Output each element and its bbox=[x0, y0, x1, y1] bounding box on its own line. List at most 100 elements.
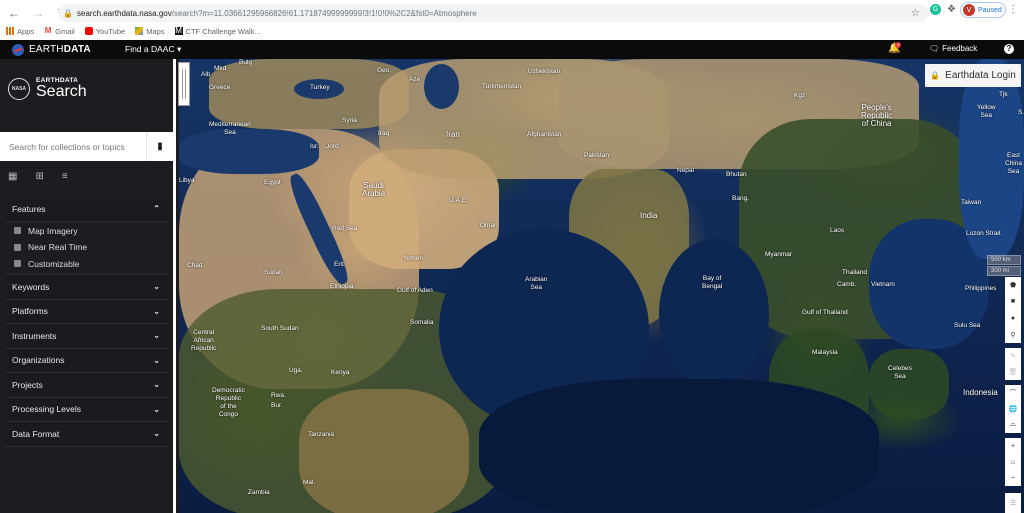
app-topbar: EARTHDATA Find a DAAC ▾ 🔔 4 🗨 Feedback ? bbox=[0, 40, 1024, 59]
bookmark-youtube[interactable]: YouTube bbox=[84, 27, 125, 36]
login-label: Earthdata Login bbox=[945, 70, 1016, 81]
bookmark-maps[interactable]: Maps bbox=[135, 27, 165, 36]
map-label: S.K. bbox=[1018, 109, 1024, 116]
zoom-in-icon[interactable]: + bbox=[1011, 438, 1015, 454]
browser-chrome: ← → ↻ 🔒 search.earthdata.nasa.gov/search… bbox=[0, 0, 1024, 40]
grammarly-extension-icon[interactable]: G bbox=[930, 4, 941, 15]
map-canvas[interactable]: Bulg Alb Mkd Greece Turkey Geo. Aze Uzbekistan T… bbox=[179, 59, 1024, 513]
avatar: V bbox=[963, 4, 975, 16]
antarctic-projection-icon[interactable]: ⌓ bbox=[1010, 417, 1016, 433]
extensions-puzzle-icon[interactable]: ❖ bbox=[947, 4, 956, 15]
home-icon[interactable]: ⌂ bbox=[1011, 454, 1015, 470]
map-label: Uzbekistan bbox=[528, 68, 561, 75]
zoom-controls: + ⌂ − bbox=[1005, 438, 1021, 486]
facet-processing-levels[interactable]: Processing Levels ⌄ bbox=[5, 397, 168, 422]
map-label: Kgz bbox=[794, 92, 806, 99]
draw-circle-icon[interactable]: ● bbox=[1011, 310, 1015, 326]
map-label: Democratic Republic of the Congo bbox=[212, 387, 245, 418]
back-icon[interactable]: ← bbox=[4, 6, 24, 20]
draw-rectangle-icon[interactable]: ■ bbox=[1011, 294, 1015, 310]
chevron-down-icon: ⌄ bbox=[153, 306, 160, 316]
find-daac-dropdown[interactable]: Find a DAAC ▾ bbox=[125, 44, 181, 55]
option-customizable[interactable]: Customizable bbox=[5, 256, 168, 273]
map-label: Isr. bbox=[310, 143, 319, 150]
facet-label: Processing Levels bbox=[12, 404, 81, 415]
map-label: East China Sea bbox=[1005, 152, 1022, 175]
facet-label: Data Format bbox=[12, 428, 60, 439]
find-daac-label: Find a DAAC bbox=[125, 44, 175, 54]
facet-instruments[interactable]: Instruments ⌄ bbox=[5, 324, 168, 349]
chevron-down-icon: ⌄ bbox=[153, 355, 160, 365]
map-label: Luzon Strait bbox=[966, 230, 1001, 237]
facet-label: Organizations bbox=[12, 355, 65, 366]
map-label: People's Republic of China bbox=[861, 103, 893, 128]
search-input[interactable] bbox=[0, 132, 145, 161]
sliders-icon[interactable]: ≡ bbox=[62, 171, 68, 182]
sidebar-resize-handle[interactable] bbox=[178, 62, 190, 106]
checkbox[interactable] bbox=[14, 227, 21, 235]
facet-organizations[interactable]: Organizations ⌄ bbox=[5, 348, 168, 373]
map-label: Turkmenistan bbox=[482, 83, 522, 90]
calendar-icon[interactable]: ▦ bbox=[8, 171, 17, 182]
edit-icon[interactable]: ✎ bbox=[1010, 348, 1016, 364]
clear-search-eraser-icon[interactable]: ▮ bbox=[146, 132, 173, 161]
arctic-projection-icon[interactable]: ⌒ bbox=[1010, 385, 1017, 401]
checkbox[interactable] bbox=[14, 260, 21, 268]
projection-tools: ⌒ 🌐 ⌓ bbox=[1005, 385, 1021, 433]
zoom-out-icon[interactable]: − bbox=[1011, 470, 1015, 486]
land-borneo bbox=[869, 349, 949, 419]
map-label: Iran bbox=[446, 130, 460, 139]
earthdata-login-button[interactable]: 🔒 Earthdata Login bbox=[925, 64, 1021, 87]
map-label: Gulf of Thailand bbox=[802, 309, 848, 316]
help-button[interactable]: ? bbox=[1004, 44, 1014, 54]
map-label: Rwa. bbox=[271, 392, 286, 399]
checkbox[interactable] bbox=[14, 243, 21, 251]
crop-icon[interactable]: ⊞ bbox=[35, 171, 43, 182]
draw-polygon-icon[interactable]: ⬟ bbox=[1010, 277, 1016, 293]
facet-features[interactable]: Features ⌃ bbox=[5, 197, 168, 222]
map-label: Jord. bbox=[326, 143, 341, 150]
feedback-button[interactable]: 🗨 Feedback bbox=[929, 44, 977, 53]
map-label: Tjk bbox=[999, 91, 1008, 98]
facet-label: Instruments bbox=[12, 330, 57, 341]
facet-keywords[interactable]: Keywords ⌄ bbox=[5, 275, 168, 300]
map-label: Somalia bbox=[410, 319, 434, 326]
earthdata-search-brand[interactable]: NASA EARTHDATA Search bbox=[8, 77, 87, 100]
indian-ocean bbox=[479, 379, 879, 513]
delete-icon[interactable]: 🗑 bbox=[1009, 364, 1018, 380]
draw-point-icon[interactable]: ⚲ bbox=[1010, 327, 1015, 343]
globe-icon[interactable]: 🌐 bbox=[1009, 401, 1018, 417]
map-label: Celebes Sea bbox=[888, 365, 912, 380]
option-map-imagery[interactable]: Map Imagery bbox=[5, 223, 168, 240]
bookmark-apps[interactable]: Apps bbox=[6, 27, 34, 36]
forward-icon[interactable]: → bbox=[28, 6, 48, 20]
map-label: Bur. bbox=[271, 402, 283, 409]
address-bar[interactable]: 🔒 search.earthdata.nasa.gov/search?m=11.… bbox=[58, 4, 928, 22]
facet-projects[interactable]: Projects ⌄ bbox=[5, 373, 168, 398]
facet-label: Projects bbox=[12, 379, 43, 390]
bookmark-star-icon[interactable]: ☆ bbox=[911, 8, 920, 19]
option-near-real-time[interactable]: Near Real Time bbox=[5, 239, 168, 256]
facet-list: Features ⌃ Map Imagery Near Real Time Cus… bbox=[5, 197, 168, 447]
facet-platforms[interactable]: Platforms ⌄ bbox=[5, 299, 168, 324]
chat-icon: 🗨 bbox=[929, 44, 940, 53]
chevron-down-icon: ⌄ bbox=[153, 380, 160, 390]
layers-icon[interactable]: ☰ bbox=[1010, 495, 1016, 511]
option-label: Customizable bbox=[28, 258, 80, 269]
map-label: Tanzania bbox=[308, 431, 335, 438]
profile-button[interactable]: V Paused bbox=[960, 2, 1006, 18]
map-label: Alb bbox=[201, 71, 211, 78]
map-label: Yemen bbox=[403, 255, 423, 262]
browser-menu-icon[interactable]: ⋮ bbox=[1008, 4, 1018, 15]
bookmark-ctf[interactable]: M CTF Challenge Walk... bbox=[174, 27, 261, 36]
map-label: Laos bbox=[830, 227, 845, 234]
map-label: Yellow Sea bbox=[977, 104, 996, 119]
map-label: Pakistan bbox=[584, 152, 609, 159]
earthdata-logo[interactable]: EARTHDATA bbox=[12, 43, 91, 56]
map-label: Kenya bbox=[331, 369, 350, 376]
map-label: Arabian Sea bbox=[525, 276, 548, 291]
map-label: Red Sea bbox=[332, 225, 358, 232]
facet-data-format[interactable]: Data Format ⌄ bbox=[5, 422, 168, 447]
map-label: Erit. bbox=[334, 261, 346, 268]
bookmark-gmail[interactable]: M Gmail bbox=[44, 27, 75, 36]
